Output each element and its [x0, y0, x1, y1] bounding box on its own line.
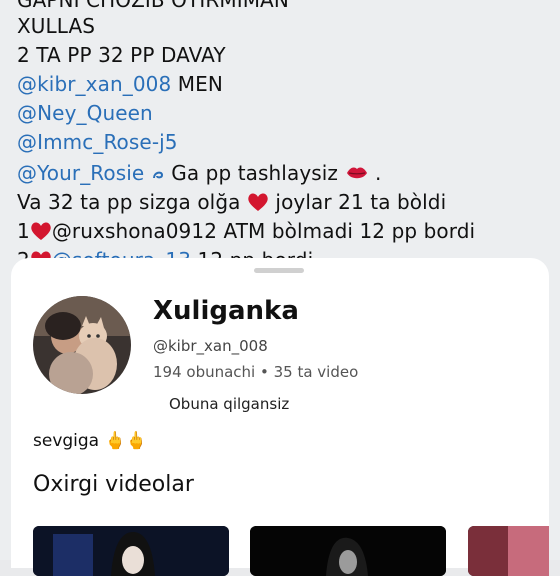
chat-line: XULLAS — [17, 14, 96, 38]
video-thumbnail[interactable] — [33, 526, 229, 576]
avatar-image — [33, 296, 131, 394]
chat-line: Va 32 ta pp sizga olğa joylar 21 ta bòld… — [17, 190, 446, 214]
chat-line: @kibr_xan_008 MEN — [17, 72, 223, 96]
profile-name: Xuliganka — [153, 296, 299, 326]
profile-bio: sevgiga 🖕🖕 — [33, 431, 147, 451]
chat-text: Ga pp tashlaysiz — [171, 161, 339, 185]
chat-line: @Your_Rosie Ga pp tashlaysiz . — [17, 161, 382, 185]
video-thumbnail-image — [33, 526, 229, 576]
mention-link[interactable]: @Ney_Queen — [17, 101, 153, 125]
drag-handle[interactable] — [254, 268, 304, 273]
chat-text: joylar 21 ta bòldi — [275, 190, 447, 214]
profile-stats: 194 obunachi • 35 ta video — [153, 363, 359, 381]
chat-line: 2 TA PP 32 PP DAVAY — [17, 43, 226, 67]
chat-text: @ruxshona0912 ATM bòlmadi 12 pp bordi — [51, 219, 476, 243]
chat-text: MEN — [171, 72, 223, 96]
video-thumbnail-image — [250, 526, 446, 576]
avatar[interactable] — [33, 296, 131, 394]
heart-icon — [31, 222, 51, 240]
mention-link[interactable]: @Immc_Rose-j5 — [17, 130, 178, 154]
mention-link[interactable]: @kibr_xan_008 — [17, 72, 171, 96]
chat-line: GAPNI CHOZIB OTIRMIMAN — [17, 0, 289, 12]
video-thumbnail[interactable] — [468, 526, 549, 576]
follow-status-button[interactable]: Obuna qilgansiz — [169, 395, 289, 413]
chat-line: 1 @ruxshona0912 ATM bòlmadi 12 pp bordi — [17, 219, 475, 243]
video-thumbnail[interactable] — [250, 526, 446, 576]
heart-icon — [248, 193, 268, 211]
section-title: Oxirgi videolar — [33, 472, 194, 497]
mention-link[interactable]: @Your_Rosie — [17, 161, 144, 185]
chat-text: 1 — [17, 219, 30, 243]
profile-handle: @kibr_xan_008 — [153, 337, 268, 355]
chat-text: Va 32 ta pp sizga olğa — [17, 190, 241, 214]
lips-icon — [346, 167, 367, 179]
video-thumbnail-image — [468, 526, 549, 576]
profile-sheet: Xuliganka @kibr_xan_008 194 obunachi • 3… — [11, 258, 549, 576]
swirl-icon — [152, 171, 163, 179]
